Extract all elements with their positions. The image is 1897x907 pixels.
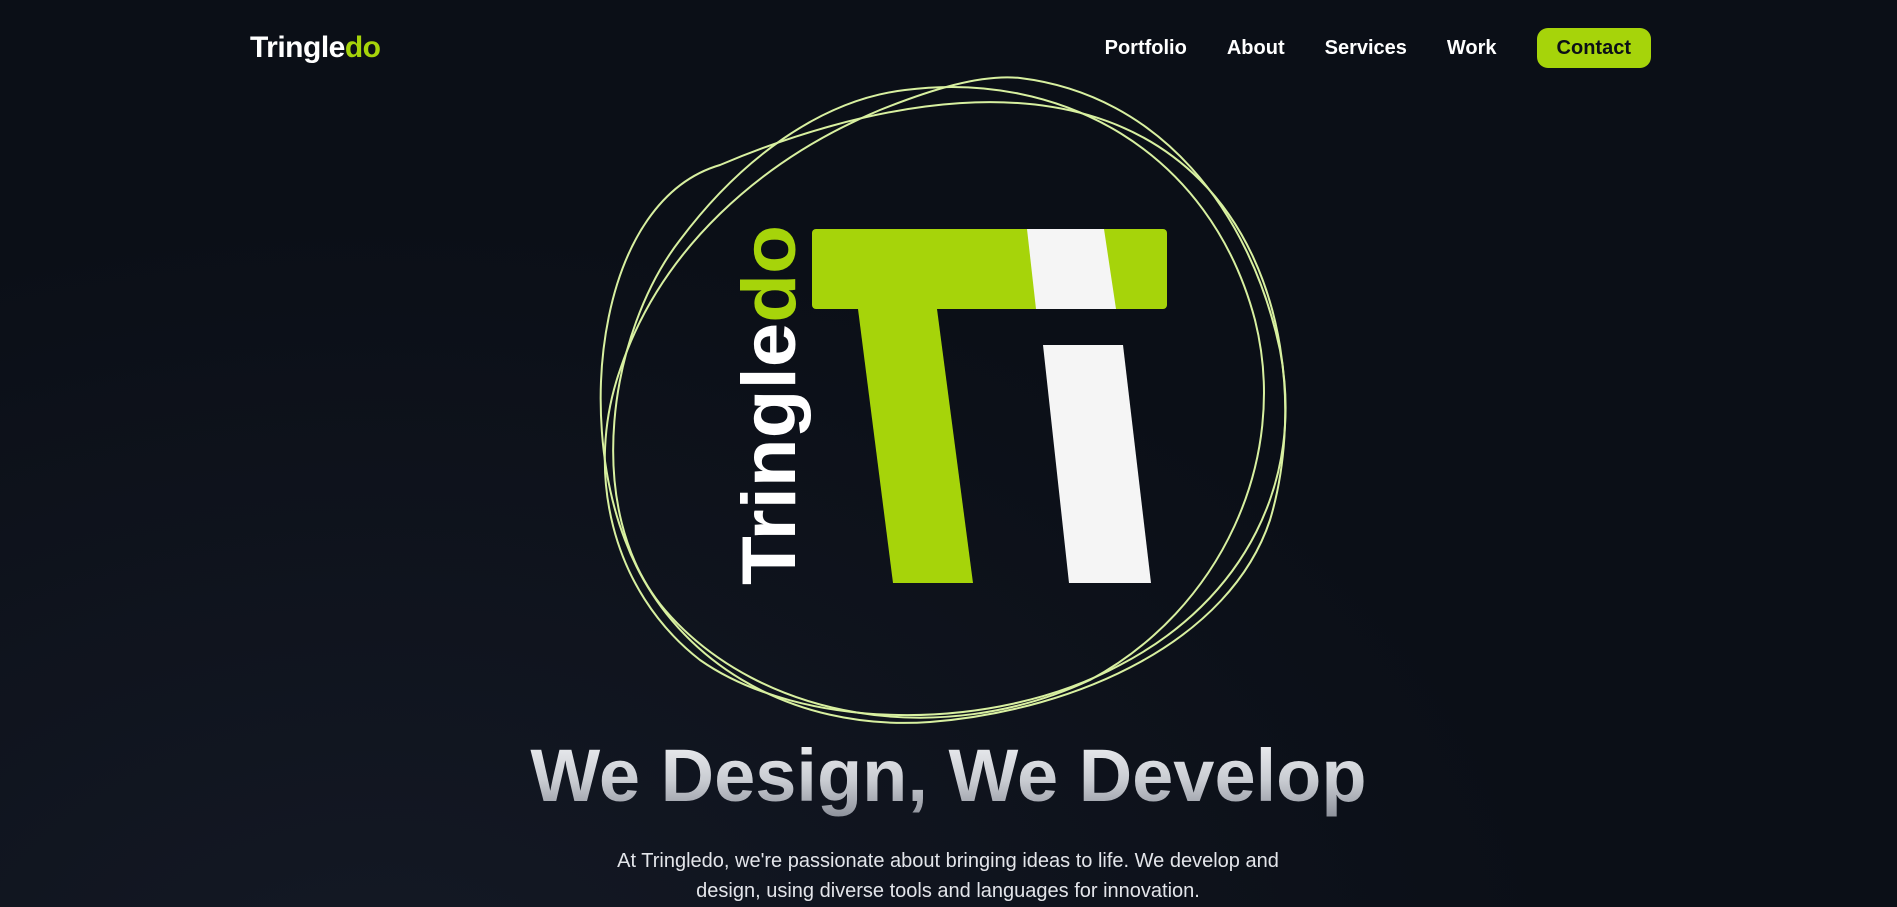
contact-button[interactable]: Contact (1536, 28, 1651, 68)
vertical-wordmark-part1: Tringle (727, 323, 812, 585)
vertical-wordmark-part2: do (727, 225, 812, 323)
ti-monogram (812, 229, 1167, 583)
hero-title: We Design, We Develop (0, 733, 1897, 819)
i-dot (1027, 229, 1116, 309)
nav-links: Portfolio About Services Work Contact (1065, 28, 1651, 68)
nav-link-services[interactable]: Services (1325, 28, 1407, 68)
i-stem (1043, 345, 1151, 583)
vertical-wordmark: Tringledo (727, 225, 812, 585)
brand-name-part1: Tringle (250, 31, 345, 64)
hero-logo-graphic: Tringledo (599, 76, 1287, 724)
nav-link-portfolio[interactable]: Portfolio (1105, 28, 1187, 68)
nav-link-work[interactable]: Work (1447, 28, 1497, 68)
brand-name-part2: do (344, 31, 381, 64)
t-stem (858, 309, 973, 583)
hero-description: At Tringledo, we're passionate about bri… (617, 850, 1279, 902)
brand-logo[interactable]: Tringledo (250, 30, 381, 66)
nav-link-about[interactable]: About (1227, 28, 1285, 68)
landing-page: Tringledo Portfolio About Services Work … (0, 0, 1897, 907)
